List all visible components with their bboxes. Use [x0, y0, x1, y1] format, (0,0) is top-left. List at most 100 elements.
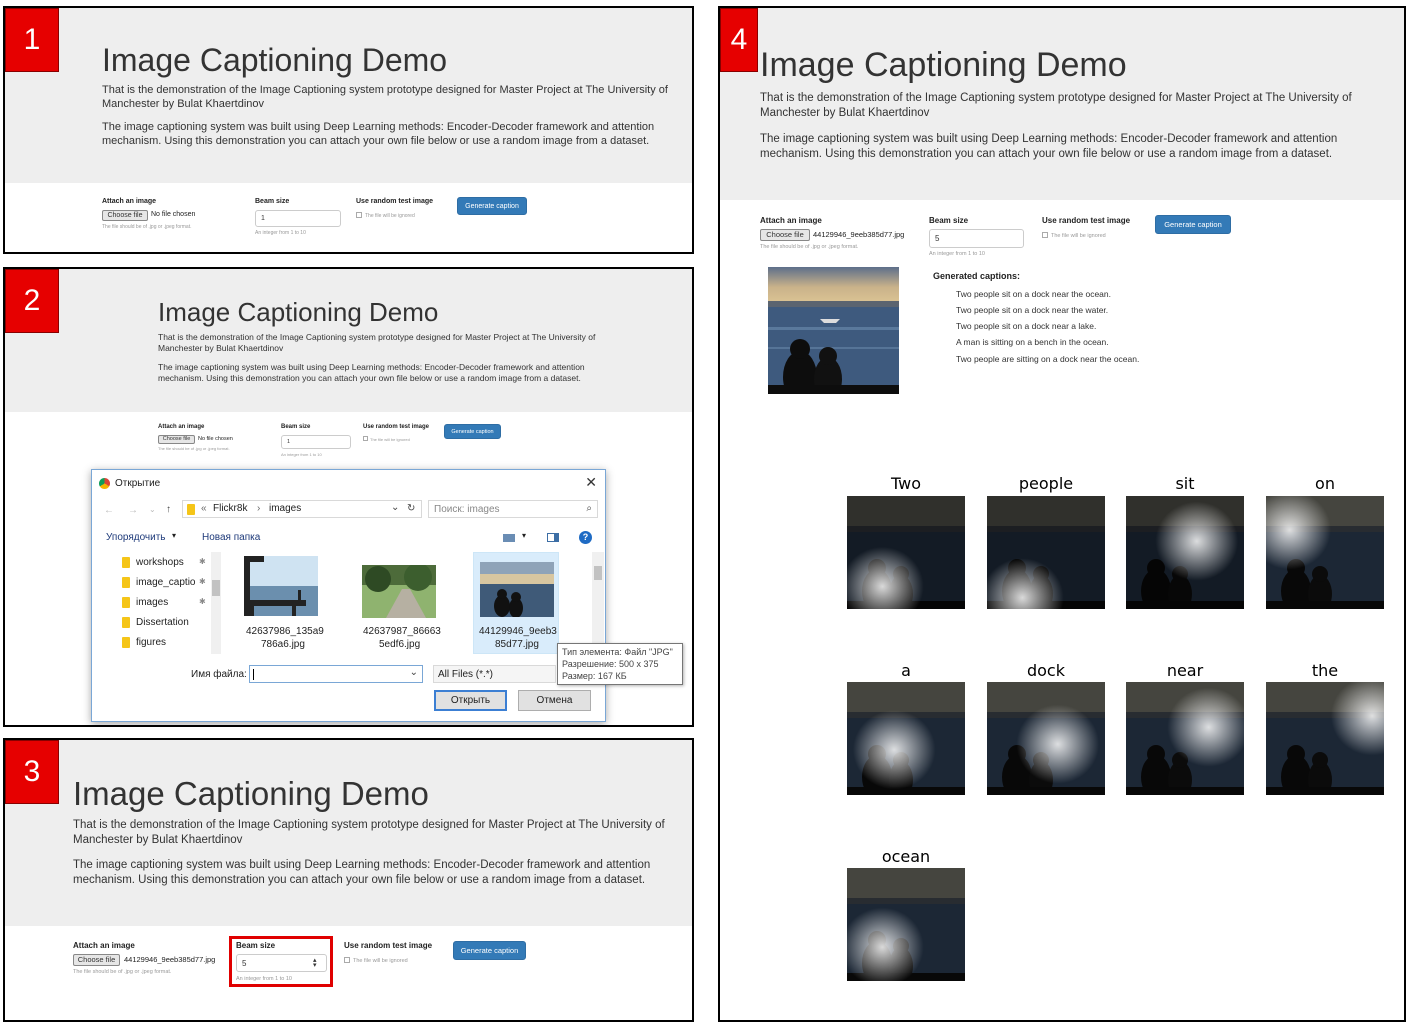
- attach-label: Attach an image: [760, 216, 822, 225]
- spinner-icon[interactable]: ▴ ▾: [313, 957, 317, 969]
- up-icon[interactable]: ↑: [166, 504, 171, 515]
- page-title: Image Captioning Demo: [158, 297, 439, 327]
- page-title: Image Captioning Demo: [102, 42, 448, 78]
- cancel-button-label: Отмена: [536, 695, 573, 706]
- text-cursor: [253, 669, 254, 680]
- caption-1: Two people sit on a dock near the ocean.: [956, 289, 1111, 299]
- description-text: The image captioning system was built us…: [760, 133, 1338, 160]
- folder-tree: workshops ✱ image_captio ✱ images ✱ Diss…: [92, 552, 224, 654]
- folder-icon: [122, 577, 130, 588]
- file-help: The file should be of .jpg or .jpeg form…: [73, 969, 172, 975]
- random-checkbox[interactable]: [1042, 232, 1048, 238]
- breadcrumb-flickr8k[interactable]: Flickr8k: [213, 503, 247, 514]
- generate-caption-button[interactable]: Generate caption: [457, 197, 527, 215]
- view-icon[interactable]: [503, 534, 515, 542]
- file-type-value: All Files (*.*): [438, 669, 494, 680]
- captions-title: Generated captions:: [933, 271, 1021, 281]
- tree-scrollbar[interactable]: [211, 552, 221, 654]
- search-placeholder: Поиск: images: [434, 504, 500, 515]
- description-text: The image captioning system was built us…: [73, 859, 651, 886]
- tree-scroll-thumb[interactable]: [212, 580, 220, 596]
- breadcrumb-images[interactable]: images: [269, 503, 301, 514]
- choose-file-button[interactable]: Choose file: [760, 229, 810, 241]
- panel-step-4: 4 Image Captioning Demo That is the demo…: [718, 6, 1406, 1022]
- refresh-icon[interactable]: ↻: [407, 503, 415, 514]
- organize-chevron-icon: ▾: [172, 531, 177, 540]
- panel-step-1: 1 Image Captioning Demo That is the demo…: [3, 6, 694, 254]
- attention-map-image: [847, 682, 965, 795]
- address-dropdown-icon[interactable]: ⌄: [391, 502, 399, 513]
- organize-menu[interactable]: Упорядочить: [106, 532, 166, 543]
- caption-5: Two people are sitting on a dock near th…: [956, 354, 1140, 364]
- file-thumbnail-2[interactable]: [362, 565, 436, 618]
- attention-word: ocean: [881, 847, 931, 866]
- folder-icon: [122, 557, 130, 568]
- jumbotron: Image Captioning Demo That is the demons…: [5, 740, 692, 926]
- folder-item[interactable]: Dissertation: [136, 617, 189, 628]
- beam-label: Beam size: [281, 424, 311, 430]
- random-label: Use random test image: [363, 424, 430, 430]
- search-input[interactable]: Поиск: images ⌕: [428, 500, 598, 518]
- file-name-2b: 5edf6.jpg: [379, 639, 421, 650]
- preview-pane-icon[interactable]: [547, 533, 559, 542]
- folder-item[interactable]: image_captio: [136, 577, 195, 588]
- random-checkbox[interactable]: [344, 957, 350, 963]
- filename-dropdown-icon[interactable]: ⌄: [410, 667, 418, 678]
- caption-3: Two people sit on a dock near a lake.: [956, 321, 1097, 331]
- attention-word: near: [1166, 661, 1204, 680]
- generate-caption-button[interactable]: Generate caption: [444, 424, 501, 439]
- random-help: The file will be ignored: [1051, 233, 1106, 239]
- file-thumbnail-3[interactable]: [480, 562, 554, 617]
- choose-file-button[interactable]: Choose file: [158, 435, 195, 444]
- view-chevron-icon[interactable]: ▾: [522, 531, 526, 540]
- panel-step-3: 3 Image Captioning Demo That is the demo…: [3, 738, 694, 1022]
- forward-icon[interactable]: →: [128, 505, 138, 516]
- file-thumbnail-1[interactable]: [244, 556, 318, 616]
- recent-chevron-icon[interactable]: ⌄: [149, 505, 156, 514]
- step-badge-4: 4: [720, 8, 758, 72]
- generate-caption-button[interactable]: Generate caption: [1155, 215, 1231, 234]
- beam-size-input[interactable]: 5: [929, 229, 1024, 248]
- choose-file-button[interactable]: Choose file: [102, 210, 148, 221]
- folder-item[interactable]: workshops: [136, 557, 184, 568]
- filename-input[interactable]: ⌄: [249, 665, 423, 683]
- open-button[interactable]: Открыть: [434, 690, 507, 711]
- random-label: Use random test image: [356, 198, 434, 205]
- new-folder-button[interactable]: Новая папка: [202, 532, 260, 543]
- file-type-select[interactable]: All Files (*.*): [433, 665, 556, 683]
- help-icon[interactable]: ?: [579, 531, 592, 544]
- file-name: No file chosen: [198, 436, 233, 442]
- back-icon[interactable]: ←: [104, 505, 114, 516]
- folder-item[interactable]: images: [136, 597, 168, 608]
- beam-help: An integer from 1 to 10: [281, 452, 322, 457]
- generate-caption-button[interactable]: Generate caption: [453, 941, 526, 960]
- folder-icon: [187, 504, 195, 515]
- random-checkbox[interactable]: [363, 436, 368, 441]
- folder-item[interactable]: figures: [136, 637, 166, 648]
- beam-size-input[interactable]: 1: [281, 435, 351, 449]
- attention-word: a: [901, 661, 911, 680]
- search-icon: ⌕: [586, 503, 592, 514]
- random-checkbox[interactable]: [356, 212, 362, 218]
- tooltip-type: Тип элемента: Файл "JPG": [562, 647, 673, 657]
- file-name: 44129946_9eeb385d77.jpg: [124, 955, 216, 964]
- file-help: The file should be of .jpg or .jpeg form…: [102, 224, 192, 230]
- step-badge-3: 3: [5, 740, 59, 804]
- input-image: [768, 267, 899, 394]
- address-bar[interactable]: « Flickr8k › images ⌄ ↻: [182, 500, 422, 518]
- file-name: No file chosen: [151, 211, 196, 218]
- close-icon[interactable]: ✕: [585, 474, 597, 491]
- filename-label: Имя файла:: [191, 669, 247, 680]
- attention-word: dock: [1026, 661, 1065, 680]
- beam-size-input[interactable]: 1: [255, 210, 341, 227]
- choose-file-button[interactable]: Choose file: [73, 954, 120, 966]
- panel-step-2: 2 Image Captioning Demo That is the demo…: [3, 267, 694, 727]
- attention-word: sit: [1175, 474, 1195, 493]
- files-scroll-thumb[interactable]: [594, 566, 602, 580]
- cancel-button[interactable]: Отмена: [518, 690, 591, 711]
- breadcrumb-chevron-icon: ›: [257, 503, 261, 514]
- files-scrollbar[interactable]: [592, 552, 604, 654]
- description-text: The image captioning system was built us…: [102, 121, 655, 148]
- beam-label: Beam size: [255, 198, 290, 205]
- attention-word: the: [1311, 661, 1339, 680]
